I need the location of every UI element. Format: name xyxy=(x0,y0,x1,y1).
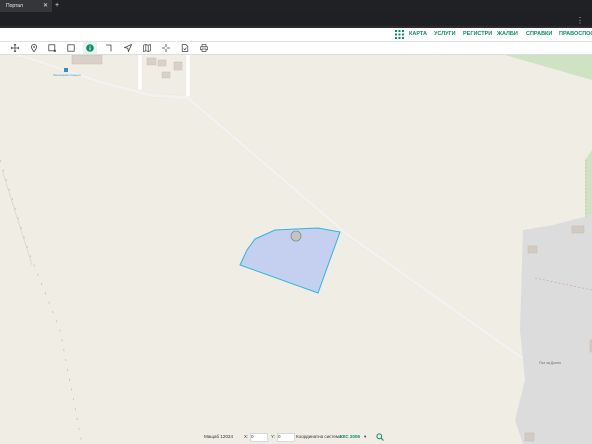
new-tab-button[interactable]: + xyxy=(55,0,59,12)
document-icon[interactable] xyxy=(178,42,192,54)
info-icon[interactable] xyxy=(83,42,97,54)
y-label: Y: xyxy=(271,434,276,439)
crs-label: Координатна система: xyxy=(296,434,343,439)
print-icon[interactable] xyxy=(197,42,211,54)
select-rect-icon[interactable] xyxy=(45,42,59,54)
pin-icon[interactable] xyxy=(27,42,41,54)
residential-area xyxy=(515,215,592,444)
navigate-icon[interactable] xyxy=(121,42,135,54)
nav-item-complaints[interactable]: ЖАЛБИ xyxy=(497,28,518,41)
crs-select[interactable]: ККС 2005 xyxy=(340,432,360,442)
x-label: X: xyxy=(244,434,249,439)
scale-value: 2024 xyxy=(223,434,234,439)
tab-title: Портал xyxy=(6,3,23,9)
poi-label: Бензинова станция xyxy=(54,73,81,77)
map-canvas[interactable]: Бензинова станция Път за Долно xyxy=(0,55,592,444)
tab-close-icon[interactable]: ✕ xyxy=(43,0,48,12)
nav-item-map[interactable]: КАРТА xyxy=(409,28,427,41)
address-bar[interactable] xyxy=(0,12,592,26)
x-value: 0 xyxy=(251,434,254,439)
apps-grid-icon[interactable] xyxy=(395,30,404,39)
map-layers-icon[interactable] xyxy=(140,42,154,54)
street-label: Път за Долно xyxy=(539,361,561,365)
browser-menu-icon[interactable]: ⋮ xyxy=(576,16,584,25)
browser-tab[interactable]: Портал ✕ xyxy=(0,0,52,12)
browser-tab-bar: Портал ✕ + xyxy=(0,0,592,12)
measure-angle-icon[interactable] xyxy=(102,42,116,54)
scale-label: Мащаб 1: xyxy=(204,434,225,439)
y-value: 0 xyxy=(278,434,281,439)
search-icon[interactable] xyxy=(376,433,384,441)
nav-item-services[interactable]: УСЛУГИ xyxy=(434,28,456,41)
chevron-down-icon[interactable]: ▾ xyxy=(364,432,366,442)
identify-marker xyxy=(290,230,302,242)
nav-item-registers[interactable]: РЕГИСТРИ xyxy=(463,28,492,41)
fullscreen-icon[interactable] xyxy=(64,42,78,54)
gas-station-icon xyxy=(64,68,68,72)
move-icon[interactable] xyxy=(8,42,22,54)
nav-item-references[interactable]: СПРАВКИ xyxy=(526,28,552,41)
nav-item-qualification[interactable]: ПРАВОСПОСО xyxy=(559,28,592,41)
crosshair-icon[interactable] xyxy=(159,42,173,54)
